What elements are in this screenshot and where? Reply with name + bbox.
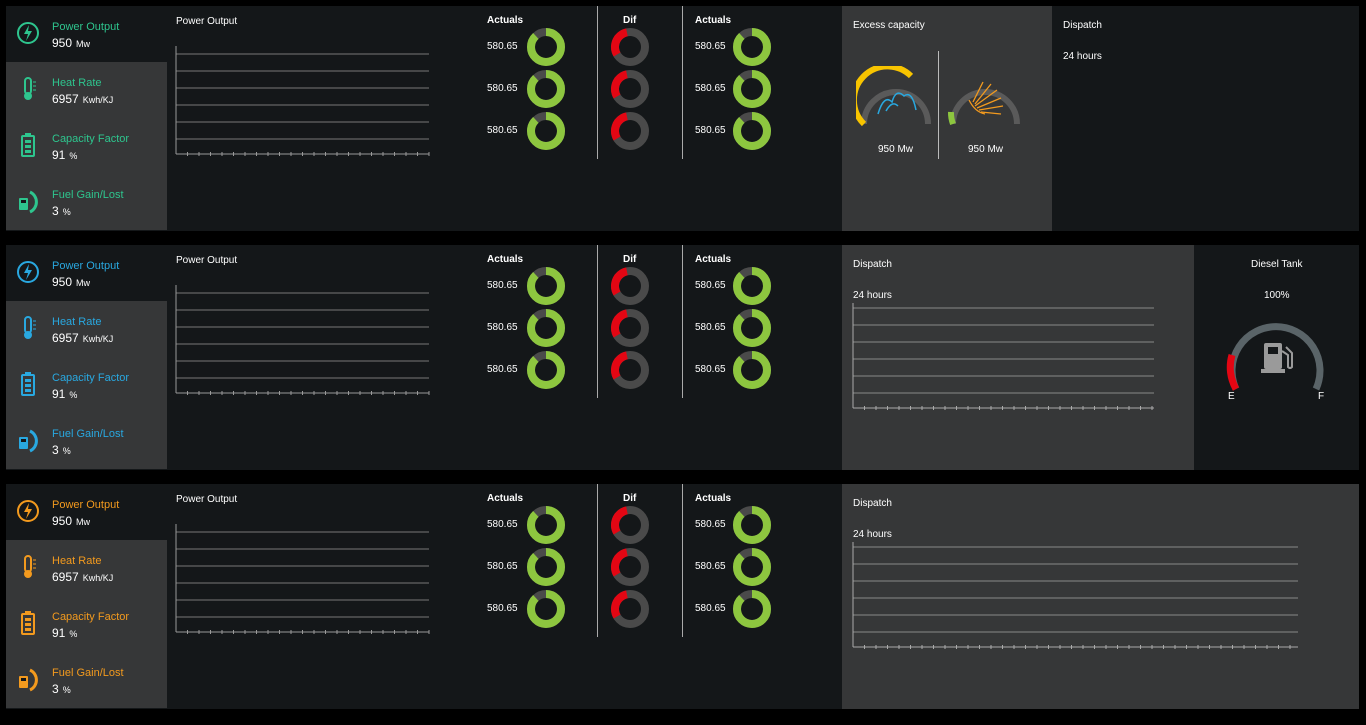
- kpi-label: Fuel Gain/Lost: [52, 428, 124, 440]
- actual-donut: [527, 548, 565, 586]
- chart-gridlines: [853, 307, 1154, 394]
- dif-donut: [611, 506, 649, 544]
- excess-right-value: 950 Mw: [968, 144, 1004, 155]
- kpi-value: 3%: [52, 204, 71, 218]
- fuel-pump-icon: [19, 668, 38, 692]
- actual-donut: [733, 70, 771, 108]
- actual-donut: [733, 112, 771, 150]
- solar-rays-icon: [968, 81, 1004, 115]
- dif-donut: [611, 548, 649, 586]
- kpi-unit: %: [62, 207, 71, 217]
- dif-donut: [611, 70, 649, 108]
- diesel-tank-title: Diesel Tank: [1251, 259, 1303, 270]
- actual-donut: [733, 267, 771, 305]
- excess-gauge-right: [948, 81, 1020, 126]
- actual-donut: [527, 112, 565, 150]
- actual-donut: [733, 351, 771, 389]
- actual-donut: [733, 548, 771, 586]
- divider: [938, 51, 939, 159]
- actual-donut: [527, 28, 565, 66]
- dif-donut: [611, 267, 649, 305]
- excess-capacity-title: Excess capacity: [853, 20, 925, 31]
- kpi-unit: %: [62, 446, 71, 456]
- actual-donut: [733, 28, 771, 66]
- dispatch-panel: Dispatch 24 hours: [842, 245, 1194, 470]
- dispatch-subtitle: 24 hours: [853, 290, 892, 301]
- actual-donut: [527, 70, 565, 108]
- kpi-value: 3%: [52, 682, 71, 696]
- dispatch-chart: [852, 303, 1154, 410]
- dispatch-title: Dispatch: [853, 259, 892, 270]
- actual-donut: [527, 309, 565, 347]
- dispatch-chart: [852, 542, 1298, 649]
- actual-donut: [527, 590, 565, 628]
- donut-group: [527, 28, 771, 150]
- diesel-empty-label: E: [1228, 391, 1235, 402]
- dif-donut: [611, 112, 649, 150]
- actual-donut: [527, 267, 565, 305]
- kpi-value: 3%: [52, 443, 71, 457]
- plant-row-1: Power Output 950 Mw Heat Rate 6957 Kwh/KJ …: [6, 6, 1359, 231]
- excess-left-value: 950 Mw: [878, 144, 914, 155]
- fuel-pump-icon: [19, 429, 38, 453]
- dispatch-subtitle: 24 hours: [1063, 51, 1102, 62]
- dispatch-title: Dispatch: [853, 498, 892, 509]
- diesel-tank-gauge: [1226, 323, 1324, 391]
- plant-row-3: Power Output 950 Mw Heat Rate 6957 Kwh/KJ …: [6, 484, 1359, 709]
- dispatch-subtitle: 24 hours: [853, 529, 892, 540]
- chart-gridlines: [853, 546, 1298, 633]
- dispatch-panel: Dispatch 24 hours: [842, 484, 1359, 709]
- dif-donut: [611, 590, 649, 628]
- actual-donut: [733, 309, 771, 347]
- kpi-label: Fuel Gain/Lost: [52, 667, 124, 679]
- excess-gauge-left: [856, 66, 931, 127]
- fuel-pump-icon: [19, 190, 38, 214]
- fuel-pump-icon: [1261, 343, 1293, 373]
- kpi-fuel-gain-lost[interactable]: Fuel Gain/Lost 3%: [6, 174, 167, 230]
- dispatch-title: Dispatch: [1063, 20, 1102, 31]
- diesel-tank-percent: 100%: [1264, 290, 1290, 301]
- plant-row-2: Power Output 950 Mw Heat Rate 6957 Kwh/KJ …: [6, 245, 1359, 470]
- actual-donut: [733, 590, 771, 628]
- kpi-unit: %: [62, 685, 71, 695]
- dif-donut: [611, 351, 649, 389]
- actual-donut: [527, 351, 565, 389]
- kpi-fuel-gain-lost[interactable]: Fuel Gain/Lost 3%: [6, 413, 167, 469]
- diesel-full-label: F: [1318, 391, 1325, 402]
- actual-donut: [733, 506, 771, 544]
- donut-group: [527, 267, 771, 389]
- kpi-label: Fuel Gain/Lost: [52, 189, 124, 201]
- dif-donut: [611, 28, 649, 66]
- dif-donut: [611, 309, 649, 347]
- excess-capacity-panel: Excess capacity 950 Mw 950 Mw: [842, 6, 1052, 231]
- donut-group: [527, 506, 771, 628]
- actual-donut: [527, 506, 565, 544]
- kpi-fuel-gain-lost[interactable]: Fuel Gain/Lost 3%: [6, 652, 167, 708]
